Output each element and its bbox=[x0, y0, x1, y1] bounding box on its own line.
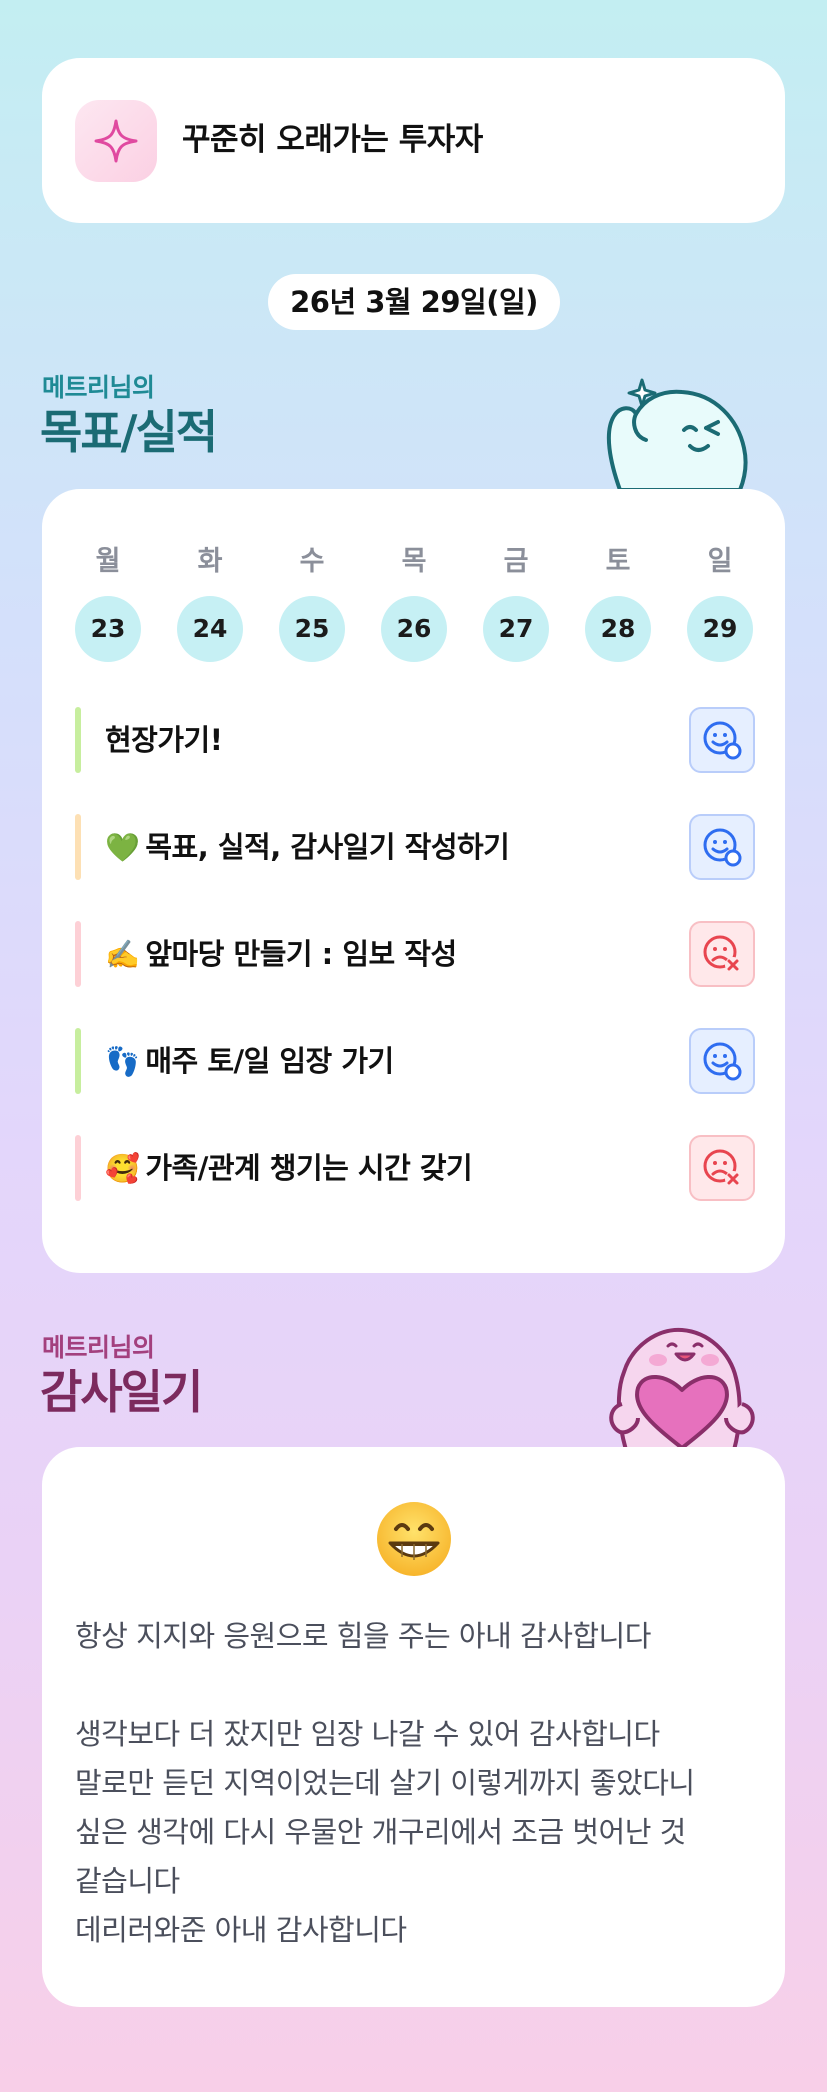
smile-done-icon bbox=[703, 828, 742, 867]
diary-entry-text: 항상 지지와 응원으로 힘을 주는 아내 감사합니다 생각보다 더 잤지만 임장… bbox=[75, 1619, 695, 1947]
green-heart-icon: 💚 bbox=[105, 831, 140, 864]
weekday-label: 화 bbox=[197, 546, 223, 577]
goal-accent-bar bbox=[75, 921, 81, 987]
goal-text: 👣 매주 토/일 임장 가기 bbox=[105, 1028, 394, 1094]
goal-status-done-button[interactable] bbox=[689, 707, 755, 773]
goal-status-fail-button[interactable] bbox=[689, 921, 755, 987]
goal-item: ✍️ 앞마당 만들기 : 임보 작성 bbox=[75, 921, 755, 987]
footprints-icon: 👣 bbox=[105, 1045, 140, 1078]
day-button-25[interactable]: 25 bbox=[279, 596, 345, 662]
day-button-29[interactable]: 29 bbox=[687, 596, 753, 662]
weekday-label: 수 bbox=[299, 546, 325, 577]
goals-card: 월 화 수 목 금 토 일 23 24 25 26 27 28 29 현장가기!… bbox=[42, 489, 785, 1273]
date-selector[interactable]: 26년 3월 29일(일) bbox=[268, 274, 560, 330]
goal-item: 🥰 가족/관계 챙기는 시간 갖기 bbox=[75, 1135, 755, 1201]
goal-label: 현장가기! bbox=[105, 723, 223, 757]
goals-section-title: 목표/실적 bbox=[40, 405, 218, 459]
diary-card: 항상 지지와 응원으로 힘을 주는 아내 감사합니다 생각보다 더 잤지만 임장… bbox=[42, 1447, 785, 2007]
day-button-23[interactable]: 23 bbox=[75, 596, 141, 662]
mood-grinning-icon bbox=[42, 1499, 785, 1583]
sparkle-icon bbox=[75, 100, 157, 182]
goal-label: 가족/관계 챙기는 시간 갖기 bbox=[145, 1151, 473, 1185]
goal-label: 목표, 실적, 감사일기 작성하기 bbox=[145, 830, 510, 864]
goal-label: 매주 토/일 임장 가기 bbox=[145, 1044, 394, 1078]
smile-done-icon bbox=[703, 721, 742, 760]
profile-card: 꾸준히 오래가는 투자자 bbox=[42, 58, 785, 223]
goal-item: 현장가기! bbox=[75, 707, 755, 773]
goal-accent-bar bbox=[75, 1135, 81, 1201]
goal-item: 💚 목표, 실적, 감사일기 작성하기 bbox=[75, 814, 755, 880]
goal-text: ✍️ 앞마당 만들기 : 임보 작성 bbox=[105, 921, 457, 987]
diary-section-title: 감사일기 bbox=[40, 1365, 203, 1419]
weekday-label: 토 bbox=[605, 546, 631, 577]
goal-label: 앞마당 만들기 : 임보 작성 bbox=[145, 937, 457, 971]
weekday-label: 금 bbox=[503, 546, 529, 577]
day-button-27[interactable]: 27 bbox=[483, 596, 549, 662]
goal-text: 🥰 가족/관계 챙기는 시간 갖기 bbox=[105, 1135, 473, 1201]
goal-text: 현장가기! bbox=[105, 707, 223, 773]
goal-text: 💚 목표, 실적, 감사일기 작성하기 bbox=[105, 814, 510, 880]
mascot-pointing-icon bbox=[606, 378, 748, 492]
profile-title: 꾸준히 오래가는 투자자 bbox=[182, 122, 483, 158]
sad-fail-icon bbox=[703, 935, 741, 973]
goal-accent-bar bbox=[75, 707, 81, 773]
goal-accent-bar bbox=[75, 1028, 81, 1094]
goal-status-done-button[interactable] bbox=[689, 814, 755, 880]
weekday-label: 일 bbox=[707, 546, 733, 577]
day-button-28[interactable]: 28 bbox=[585, 596, 651, 662]
smiling-face-hearts-icon: 🥰 bbox=[105, 1152, 140, 1185]
weekday-label: 목 bbox=[401, 546, 427, 577]
writing-hand-icon: ✍️ bbox=[105, 938, 140, 971]
day-button-26[interactable]: 26 bbox=[381, 596, 447, 662]
goal-item: 👣 매주 토/일 임장 가기 bbox=[75, 1028, 755, 1094]
smile-done-icon bbox=[703, 1042, 742, 1081]
day-button-24[interactable]: 24 bbox=[177, 596, 243, 662]
goal-accent-bar bbox=[75, 814, 81, 880]
mascot-heart-icon bbox=[609, 1327, 755, 1450]
goal-status-fail-button[interactable] bbox=[689, 1135, 755, 1201]
weekday-label: 월 bbox=[95, 546, 121, 577]
goal-status-done-button[interactable] bbox=[689, 1028, 755, 1094]
sad-fail-icon bbox=[703, 1149, 741, 1187]
